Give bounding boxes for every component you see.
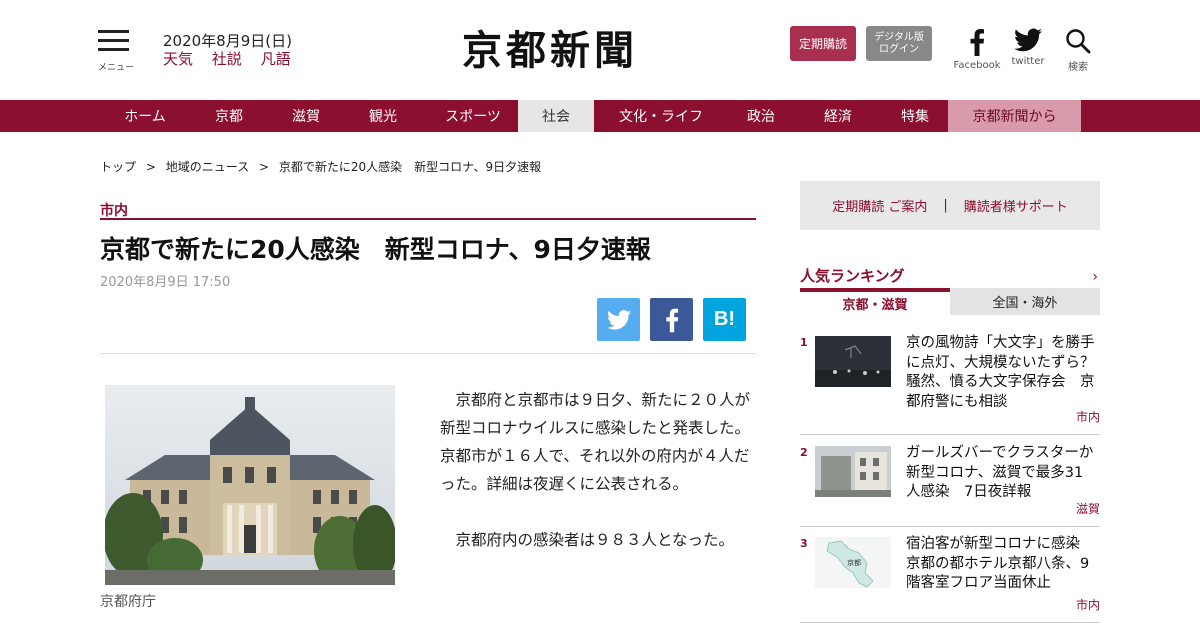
nav-item-politics[interactable]: 政治 — [728, 100, 794, 132]
login-line-1: デジタル版 — [874, 31, 924, 43]
share-facebook-button[interactable] — [650, 298, 693, 341]
ranking-tabs: 京都・滋賀 全国・海外 — [800, 288, 1100, 315]
site-header: メニュー 2020年8月9日(日) 天気 社説 凡語 京都新聞 定期購読 デジタ… — [0, 0, 1200, 100]
nav-item-shiga[interactable]: 滋賀 — [274, 100, 338, 132]
subscribe-button[interactable]: 定期購読 — [790, 26, 856, 61]
facebook-icon — [970, 29, 985, 56]
subscriber-support-link[interactable]: 購読者様サポート — [964, 196, 1068, 215]
article-date: 2020年8月9日 17:50 — [100, 275, 231, 290]
nav-item-kyoto[interactable]: 京都 — [184, 100, 274, 132]
article-paragraph: 京都府内の感染者は９８３人となった。 — [455, 531, 735, 549]
nav-item-culture[interactable]: 文化・ライフ — [594, 100, 728, 132]
ranking-thumbnail — [815, 446, 891, 497]
header-links: 天気 社説 凡語 — [163, 48, 305, 69]
kyoto-map-thumbnail: 京都 — [815, 537, 891, 588]
breadcrumb-sep: > — [145, 160, 156, 174]
ranking-category: 滋賀 — [1075, 502, 1100, 516]
ranking-headline: 京の風物詩「大文字」を勝手に点灯、大規模ないたずら？ 騒然、憤る大文字保存会 京… — [906, 335, 1109, 410]
ranking-category: 市内 — [1075, 598, 1100, 612]
ranking-thumbnail — [815, 336, 891, 387]
ranking-headline: 宿泊客が新型コロナに感染 京都の都ホテル京都八条、9階客室フロア当面休止 — [906, 536, 1095, 591]
hamburger-icon — [98, 30, 129, 33]
twitter-label: twitter — [1011, 56, 1045, 67]
breadcrumb-sep: > — [258, 160, 270, 174]
facebook-link[interactable]: Facebook — [952, 28, 1002, 71]
ranking-item[interactable]: 3 京都 宿泊客が新型コロナに感染 京都の都ホテル京都八条、9階客室フロア当面休… — [800, 536, 1100, 623]
nav-item-society[interactable]: 社会 — [518, 100, 594, 132]
kyoto-prefectural-office-photo — [105, 385, 395, 585]
breadcrumb-local-news[interactable]: 地域のニュース — [166, 160, 249, 174]
search-icon — [1066, 29, 1091, 54]
link-weather[interactable]: 天気 — [163, 50, 193, 68]
twitter-icon — [606, 309, 631, 330]
nav-item-features[interactable]: 特集 — [882, 100, 948, 132]
ranking-header: 人気ランキング › — [800, 265, 1100, 286]
facebook-label: Facebook — [953, 60, 1001, 71]
building-street-thumbnail — [815, 446, 891, 497]
chevron-right-icon[interactable]: › — [1092, 269, 1098, 285]
link-editorial[interactable]: 社説 — [212, 50, 242, 68]
category-divider — [100, 218, 756, 220]
ranking-category: 市内 — [1075, 410, 1100, 424]
search-label: 検索 — [1068, 62, 1088, 73]
ranking-number: 3 — [800, 537, 808, 550]
nav-item-home[interactable]: ホーム — [106, 100, 184, 132]
facebook-icon — [665, 308, 678, 332]
breadcrumb-current: 京都で新たに20人感染 新型コロナ、9日夕速報 — [278, 160, 542, 174]
main-nav: ホーム 京都 滋賀 観光 スポーツ 社会 文化・ライフ 政治 経済 特集 京都新… — [0, 100, 1200, 132]
link-bongo[interactable]: 凡語 — [261, 50, 291, 68]
tab-national-overseas[interactable]: 全国・海外 — [950, 288, 1100, 315]
subscription-support-box: 定期購読 ご案内 | 購読者様サポート — [800, 181, 1100, 230]
site-logo[interactable]: 京都新聞 — [462, 18, 638, 76]
ranking-headline: ガールズバーでクラスターか 新型コロナ、滋賀で最多31人感染 7日夜詳報 — [906, 445, 1108, 500]
nav-item-from-kyoto-np[interactable]: 京都新聞から — [948, 100, 1081, 132]
menu-button[interactable]: メニュー — [98, 30, 135, 73]
digital-login-button[interactable]: デジタル版 ログイン — [866, 26, 932, 61]
article-paragraph: 京都府と京都市は９日夕、新たに２０人が新型コロナウイルスに感染したと発表した。京… — [440, 391, 751, 493]
breadcrumb: トップ > 地域のニュース > 京都で新たに20人感染 新型コロナ、9日夕速報 — [100, 158, 547, 175]
twitter-icon — [1014, 28, 1042, 52]
article-body: 京都府と京都市は９日夕、新たに２０人が新型コロナウイルスに感染したと発表した。京… — [440, 386, 750, 582]
nav-item-economy[interactable]: 経済 — [794, 100, 882, 132]
night-sky-thumbnail — [815, 336, 891, 387]
subscription-guide-link[interactable]: 定期購読 ご案内 — [832, 196, 927, 215]
breadcrumb-top[interactable]: トップ — [100, 160, 136, 174]
map-thumbnail-label: 京都 — [847, 558, 861, 567]
article-category[interactable]: 市内 — [100, 200, 128, 220]
ranking-number: 2 — [800, 446, 808, 459]
ranking-item[interactable]: 1 京の風物詩「大文字」を勝手に点灯、大規模ないたずら？ 騒然、憤る大文字保存会… — [800, 335, 1109, 435]
ranking-item[interactable]: 2 ガールズバーでクラスターか 新型コロナ、滋賀で最多31人感染 7日夜詳報 滋… — [800, 445, 1108, 527]
article-title: 京都で新たに20人感染 新型コロナ、9日夕速報 — [100, 235, 651, 264]
search-button[interactable]: 検索 — [1058, 28, 1098, 73]
article-photo[interactable] — [105, 385, 395, 585]
photo-caption: 京都府庁 — [100, 594, 156, 610]
ranking-thumbnail: 京都 — [815, 537, 891, 588]
article-divider — [100, 353, 756, 354]
support-separator: | — [943, 198, 948, 213]
ranking-title: 人気ランキング — [800, 267, 905, 285]
nav-item-tourism[interactable]: 観光 — [338, 100, 428, 132]
ranking-number: 1 — [800, 336, 808, 349]
tab-kyoto-shiga[interactable]: 京都・滋賀 — [800, 288, 950, 315]
menu-label: メニュー — [98, 63, 135, 73]
share-twitter-button[interactable] — [597, 298, 640, 341]
nav-item-sports[interactable]: スポーツ — [428, 100, 518, 132]
hamburger-icon-bar — [98, 39, 129, 42]
share-hatena-button[interactable]: B! — [703, 298, 746, 341]
twitter-link[interactable]: twitter — [1008, 28, 1048, 67]
hamburger-icon-bar — [98, 48, 129, 51]
login-line-2: ログイン — [879, 43, 919, 55]
